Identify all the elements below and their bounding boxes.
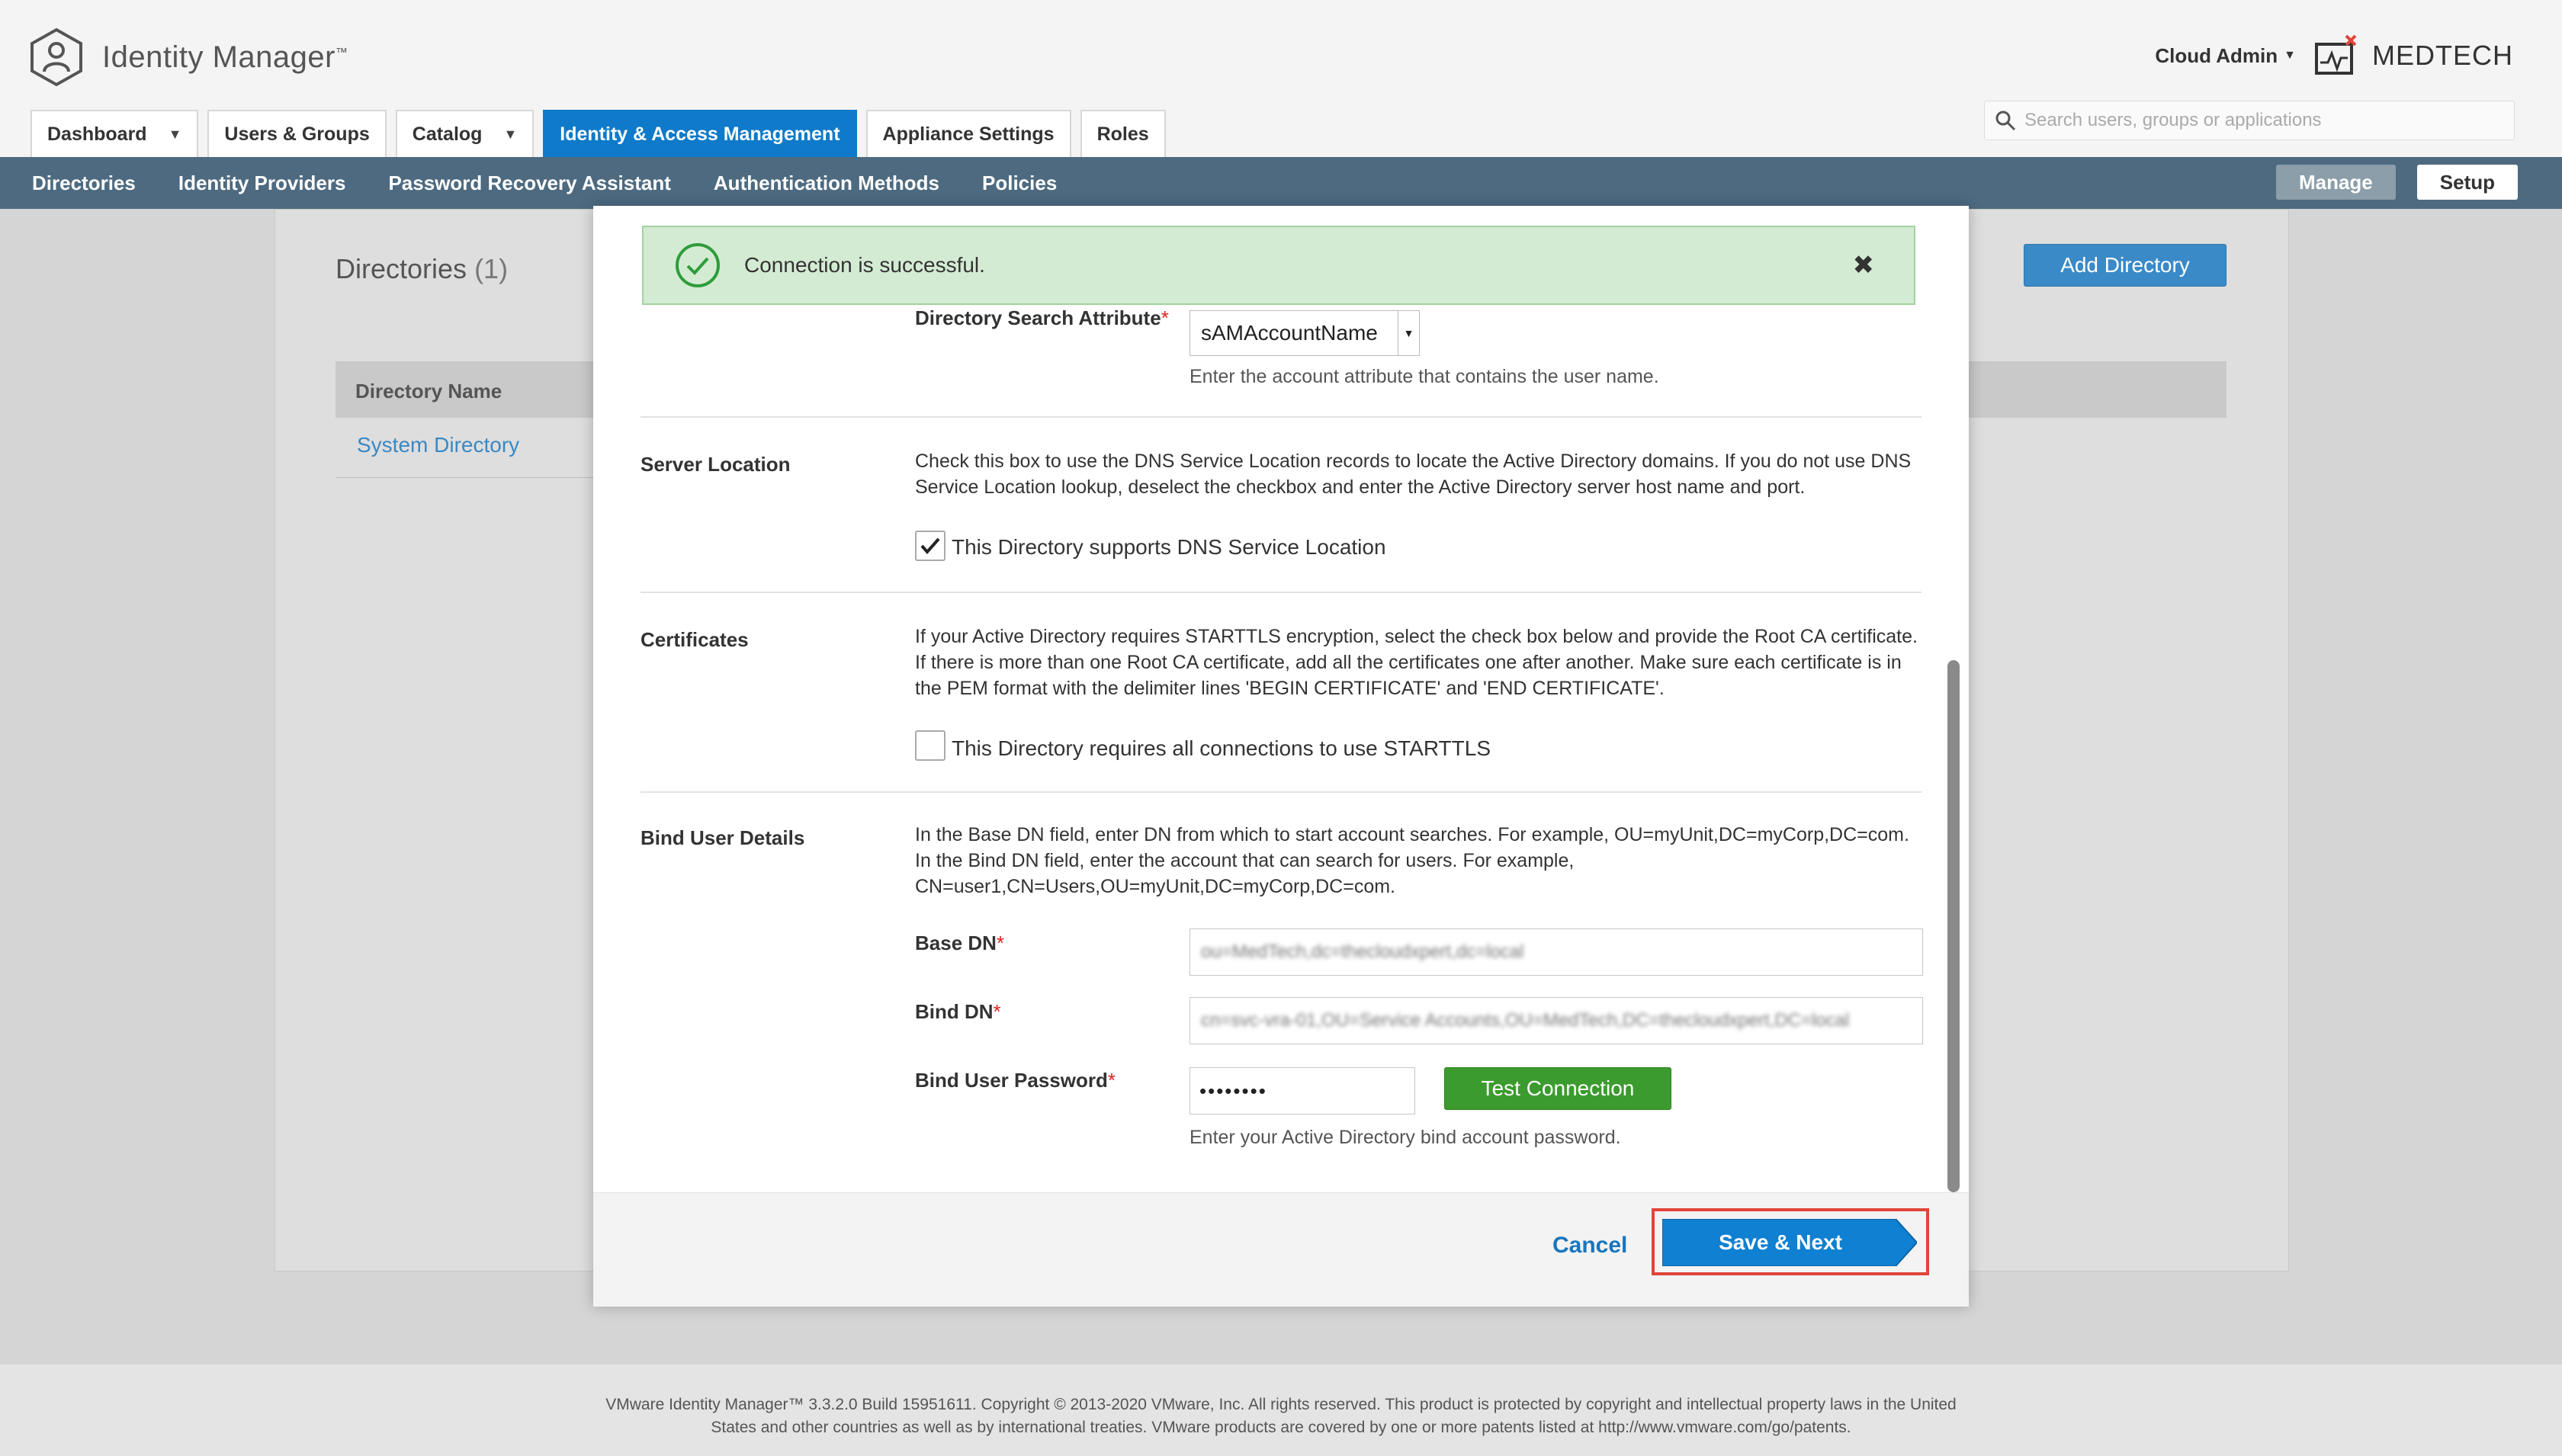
table-row-system-directory[interactable]: System Directory <box>357 433 519 457</box>
save-next-highlight: Save & Next <box>1652 1208 1929 1275</box>
app-header: Identity Manager™ Cloud Admin ▼ MEDTECH … <box>0 0 2562 157</box>
tab-label: Dashboard <box>47 123 147 145</box>
directory-settings-modal: Connection is successful. ✖ Directory Se… <box>593 206 1969 1307</box>
caret-down-icon: ▼ <box>2284 49 2296 62</box>
brand-logo: MEDTECH <box>2314 34 2513 78</box>
cancel-button[interactable]: Cancel <box>1552 1233 1627 1259</box>
copyright-text: VMware Identity Manager™ 3.3.2.0 Build 1… <box>564 1393 1998 1439</box>
main-tabs: Dashboard ▼ Users & Groups Catalog ▼ Ide… <box>30 110 1175 157</box>
setup-button[interactable]: Setup <box>2416 165 2518 200</box>
dropdown-arrow-icon[interactable]: ▼ <box>1398 311 1419 355</box>
section-divider <box>640 592 1922 593</box>
subnav-password-recovery-assistant[interactable]: Password Recovery Assistant <box>388 172 670 195</box>
tab-label: Users & Groups <box>224 123 370 145</box>
bind-password-value: •••••••• <box>1199 1079 1267 1102</box>
certificates-description: If your Active Directory requires STARTT… <box>915 626 1918 699</box>
row-divider <box>336 477 595 478</box>
user-area: Cloud Admin ▼ MEDTECH <box>2155 34 2513 78</box>
checkmark-icon <box>920 537 940 555</box>
close-icon[interactable]: ✖ <box>1853 250 1875 281</box>
tab-label: Roles <box>1096 123 1149 145</box>
tab-catalog[interactable]: Catalog ▼ <box>395 110 535 157</box>
save-next-button[interactable]: Save & Next <box>1662 1219 1917 1266</box>
tab-label: Catalog <box>412 123 483 145</box>
tab-appliance-settings[interactable]: Appliance Settings <box>865 110 1071 157</box>
add-directory-button[interactable]: Add Directory <box>2024 244 2226 287</box>
app-logo[interactable]: Identity Manager™ <box>29 27 348 87</box>
tab-identity-access-management[interactable]: Identity & Access Management <box>543 110 857 157</box>
bind-dn-label: Bind DN* <box>915 1000 1001 1023</box>
search-input[interactable] <box>2024 110 2497 131</box>
section-divider <box>640 416 1922 418</box>
base-dn-value: ou=MedTech,dc=thecloudxpert,dc=local <box>1201 941 1524 962</box>
tab-label: Identity & Access Management <box>560 123 840 145</box>
server-location-label: Server Location <box>640 453 791 476</box>
search-attribute-label: Directory Search Attribute* <box>915 306 1169 329</box>
bind-user-description: In the Base DN field, enter DN from whic… <box>915 824 1909 897</box>
medtech-logo-icon <box>2315 34 2357 75</box>
subnav-identity-providers[interactable]: Identity Providers <box>178 172 346 195</box>
starttls-checkbox[interactable] <box>915 730 946 761</box>
tab-dashboard[interactable]: Dashboard ▼ <box>30 110 199 157</box>
caret-down-icon[interactable]: ▼ <box>503 127 517 143</box>
dns-service-location-label[interactable]: This Directory supports DNS Service Loca… <box>952 535 1386 560</box>
page-footer: VMware Identity Manager™ 3.3.2.0 Build 1… <box>0 1365 2562 1456</box>
subnav-directories[interactable]: Directories <box>32 172 136 195</box>
identity-manager-logo-icon <box>30 27 82 87</box>
alert-message: Connection is successful. <box>744 253 985 277</box>
search-icon <box>1995 111 2016 131</box>
bind-dn-value: cn=svc-vra-01,OU=Service Accounts,OU=Med… <box>1201 1010 1850 1031</box>
manage-button[interactable]: Manage <box>2275 165 2396 200</box>
subnav-authentication-methods[interactable]: Authentication Methods <box>714 172 939 195</box>
base-dn-input[interactable]: ou=MedTech,dc=thecloudxpert,dc=local <box>1190 928 1923 976</box>
test-connection-button[interactable]: Test Connection <box>1444 1067 1671 1110</box>
dns-service-location-checkbox[interactable] <box>915 531 946 561</box>
subnav-policies[interactable]: Policies <box>982 172 1057 195</box>
search-attribute-select[interactable]: sAMAccountName ▼ <box>1190 310 1420 356</box>
sub-navigation: Directories Identity Providers Password … <box>0 157 2562 209</box>
column-directory-name[interactable]: Directory Name <box>355 380 502 403</box>
success-alert: Connection is successful. ✖ <box>642 226 1915 305</box>
caret-down-icon[interactable]: ▼ <box>169 127 182 143</box>
search-attribute-value: sAMAccountName <box>1201 321 1378 345</box>
global-search[interactable] <box>1984 101 2515 140</box>
section-divider <box>640 791 1922 793</box>
scrollbar-thumb[interactable] <box>1947 660 1960 1192</box>
user-menu-label: Cloud Admin <box>2155 43 2278 67</box>
server-location-description: Check this box to use the DNS Service Lo… <box>915 451 1912 498</box>
copyright-line-1: VMware Identity Manager™ 3.3.2.0 Build 1… <box>605 1396 1957 1413</box>
tab-roles[interactable]: Roles <box>1080 110 1166 157</box>
search-attribute-hint: Enter the account attribute that contain… <box>1190 366 1659 387</box>
bind-password-label: Bind User Password* <box>915 1069 1116 1092</box>
check-circle-icon <box>676 243 720 287</box>
certificates-label: Certificates <box>640 628 749 651</box>
bind-dn-input[interactable]: cn=svc-vra-01,OU=Service Accounts,OU=Med… <box>1190 997 1923 1044</box>
bind-password-input[interactable]: •••••••• <box>1190 1067 1415 1114</box>
bind-password-hint: Enter your Active Directory bind account… <box>1190 1127 1621 1148</box>
bind-user-details-label: Bind User Details <box>640 826 805 849</box>
user-menu[interactable]: Cloud Admin ▼ <box>2155 44 2296 68</box>
copyright-line-2: States and other countries as well as by… <box>711 1419 1851 1436</box>
page-title: Directories (1) <box>336 253 509 284</box>
modal-footer: Cancel Save & Next <box>593 1192 1969 1307</box>
save-next-label: Save & Next <box>1719 1230 1842 1254</box>
app-title: Identity Manager™ <box>102 40 348 74</box>
tab-users-groups[interactable]: Users & Groups <box>207 110 387 157</box>
subnav-actions: Manage Setup <box>2255 165 2518 200</box>
brand-name: MEDTECH <box>2372 40 2513 71</box>
base-dn-label: Base DN* <box>915 932 1005 954</box>
starttls-label[interactable]: This Directory requires all connections … <box>952 736 1491 761</box>
tab-label: Appliance Settings <box>882 123 1055 145</box>
modal-body[interactable]: Directory Search Attribute* sAMAccountNa… <box>593 206 1969 1192</box>
